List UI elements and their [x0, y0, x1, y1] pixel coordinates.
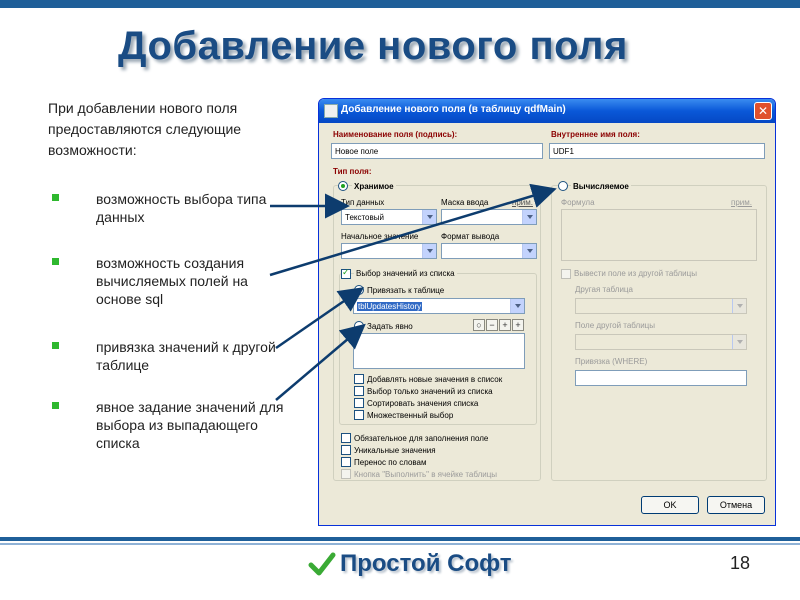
logo-text: Простой Софт	[340, 550, 512, 577]
arrow-to-computed	[269, 183, 557, 277]
bottom-accent-bar	[0, 537, 800, 541]
pointer-arrows	[269, 183, 557, 401]
bottom-accent-line	[0, 543, 800, 545]
checkmark-icon	[308, 552, 336, 576]
page-number: 18	[730, 553, 751, 573]
company-logo: Простой Софт	[308, 550, 512, 578]
